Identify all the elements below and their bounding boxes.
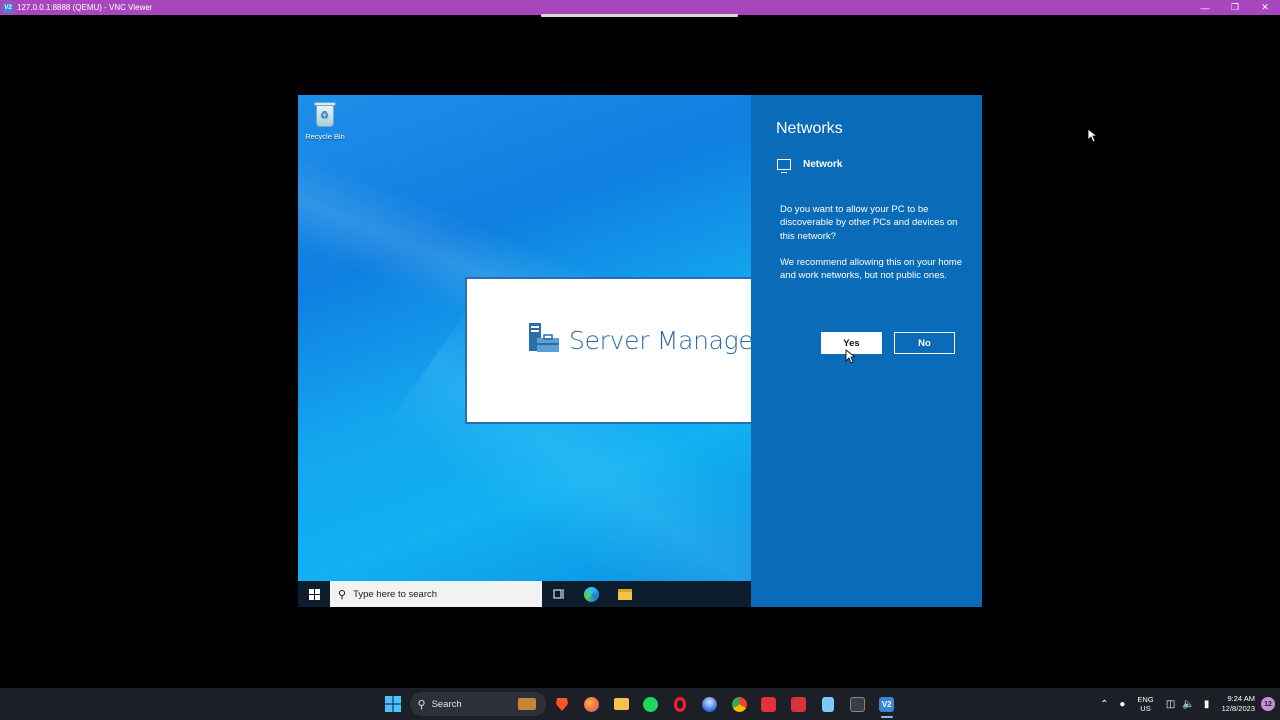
search-icon: ⚲	[417, 698, 426, 711]
server-manager-splash: Server Manager	[465, 277, 751, 424]
recycle-bin-icon: ♻	[313, 100, 337, 128]
battery-icon[interactable]: ▮	[1198, 699, 1216, 710]
guest-search-placeholder: Type here to search	[353, 588, 438, 600]
taskbar-opera[interactable]	[666, 688, 696, 720]
app-red-2-icon	[790, 696, 806, 712]
spotify-icon	[643, 696, 659, 712]
task-view-button[interactable]	[542, 581, 575, 607]
minimize-button[interactable]: —	[1190, 0, 1220, 15]
host-mouse-pointer-icon	[1087, 128, 1097, 143]
clock-date: 12/8/2023	[1221, 704, 1255, 713]
close-icon: ✕	[1261, 2, 1269, 12]
host-search-label: Search	[431, 698, 462, 710]
chrome-tray-icon[interactable]: ●	[1113, 699, 1131, 710]
windows-logo-icon	[308, 588, 320, 600]
guest-start-button[interactable]	[298, 581, 330, 607]
network-icon[interactable]: ◫	[1162, 699, 1180, 710]
system-tray: ⌃ ● ENG US ◫ 🔈 ▮ 9:24 AM 12/8/2023 12	[1095, 688, 1280, 720]
taskbar-firefox[interactable]	[577, 688, 607, 720]
language-indicator[interactable]: ENG US	[1137, 695, 1153, 713]
notification-badge[interactable]: 12	[1261, 697, 1275, 711]
taskbar-terminal[interactable]	[843, 688, 873, 720]
recycle-bin[interactable]: ♻ Recycle Bin	[302, 100, 348, 141]
guest-file-explorer-button[interactable]	[608, 581, 641, 607]
clock[interactable]: 9:24 AM 12/8/2023	[1222, 694, 1255, 714]
active-indicator	[881, 716, 893, 718]
recycle-bin-label: Recycle Bin	[305, 132, 345, 141]
monitor-icon	[777, 159, 791, 173]
opera-icon	[674, 696, 687, 712]
taskbar-thunderbird[interactable]	[695, 688, 725, 720]
restore-icon: ❐	[1230, 2, 1240, 12]
notepad-icon	[821, 696, 834, 712]
vnc-toolbar-handle[interactable]	[541, 14, 738, 17]
vnc-viewer-icon: V2	[879, 696, 895, 712]
clock-time: 9:24 AM	[1227, 694, 1255, 703]
region-code: US	[1140, 704, 1151, 713]
firefox-icon	[584, 696, 600, 712]
guest-screen[interactable]: ♻ Recycle Bin Server Manager ⚲ Type here…	[298, 95, 982, 607]
vnc-titlebar: V2 127.0.0.1:8888 (QEMU) - VNC Viewer — …	[0, 0, 1280, 15]
network-entry: Network	[777, 159, 843, 173]
taskbar-chrome[interactable]	[725, 688, 755, 720]
taskbar-brave[interactable]	[548, 688, 578, 720]
thunderbird-icon	[702, 696, 718, 712]
search-highlight-icon	[517, 698, 536, 710]
vnc-app-icon: V2	[3, 2, 13, 13]
language-code: ENG	[1137, 695, 1154, 704]
guest-search-box[interactable]: ⚲ Type here to search	[330, 581, 542, 607]
volume-icon[interactable]: 🔈	[1180, 699, 1198, 710]
guest-mouse-pointer-icon	[845, 349, 855, 364]
edge-icon	[584, 586, 599, 602]
terminal-icon	[849, 696, 865, 712]
guest-desktop[interactable]: ♻ Recycle Bin Server Manager	[298, 95, 751, 581]
search-icon: ⚲	[338, 588, 347, 601]
folder-icon	[617, 588, 632, 600]
no-button[interactable]: No	[894, 332, 955, 354]
taskbar-notepad[interactable]	[813, 688, 843, 720]
window-title: 127.0.0.1:8888 (QEMU) - VNC Viewer	[17, 3, 153, 12]
close-button[interactable]: ✕	[1250, 0, 1280, 15]
taskbar-files[interactable]	[607, 688, 637, 720]
taskbar-vnc-viewer[interactable]: V2	[872, 688, 902, 720]
host-start-button[interactable]	[378, 688, 408, 720]
network-name: Network	[803, 159, 843, 170]
folder-icon	[613, 698, 629, 710]
guest-taskbar: ⚲ Type here to search	[298, 581, 751, 607]
minimize-icon: —	[1200, 2, 1210, 13]
server-manager-title: Server Manager	[569, 326, 751, 355]
taskbar-app-red-2[interactable]	[784, 688, 814, 720]
task-view-icon	[553, 589, 563, 599]
server-manager-icon	[529, 323, 559, 352]
host-search-box[interactable]: ⚲ Search	[409, 692, 546, 716]
brave-icon	[556, 698, 569, 711]
windows-start-icon	[384, 696, 401, 712]
restore-button[interactable]: ❐	[1220, 0, 1250, 15]
recommendation-text: We recommend allowing this on your home …	[780, 257, 962, 282]
app-red-1-icon	[761, 696, 777, 712]
chrome-icon	[731, 696, 747, 712]
flyout-title: Networks	[776, 120, 843, 137]
taskbar-app-red-1[interactable]	[754, 688, 784, 720]
networks-flyout: Networks Network Do you want to allow yo…	[751, 95, 982, 607]
chevron-up-icon[interactable]: ⌃	[1095, 699, 1113, 710]
discoverable-question: Do you want to allow your PC to be disco…	[780, 204, 958, 242]
guest-edge-button[interactable]	[575, 581, 608, 607]
taskbar-spotify[interactable]	[636, 688, 666, 720]
host-taskbar: ⚲ Search V2 ⌃ ● ENG US ◫ 🔈 ▮ 9:24 AM 12/…	[0, 688, 1280, 720]
